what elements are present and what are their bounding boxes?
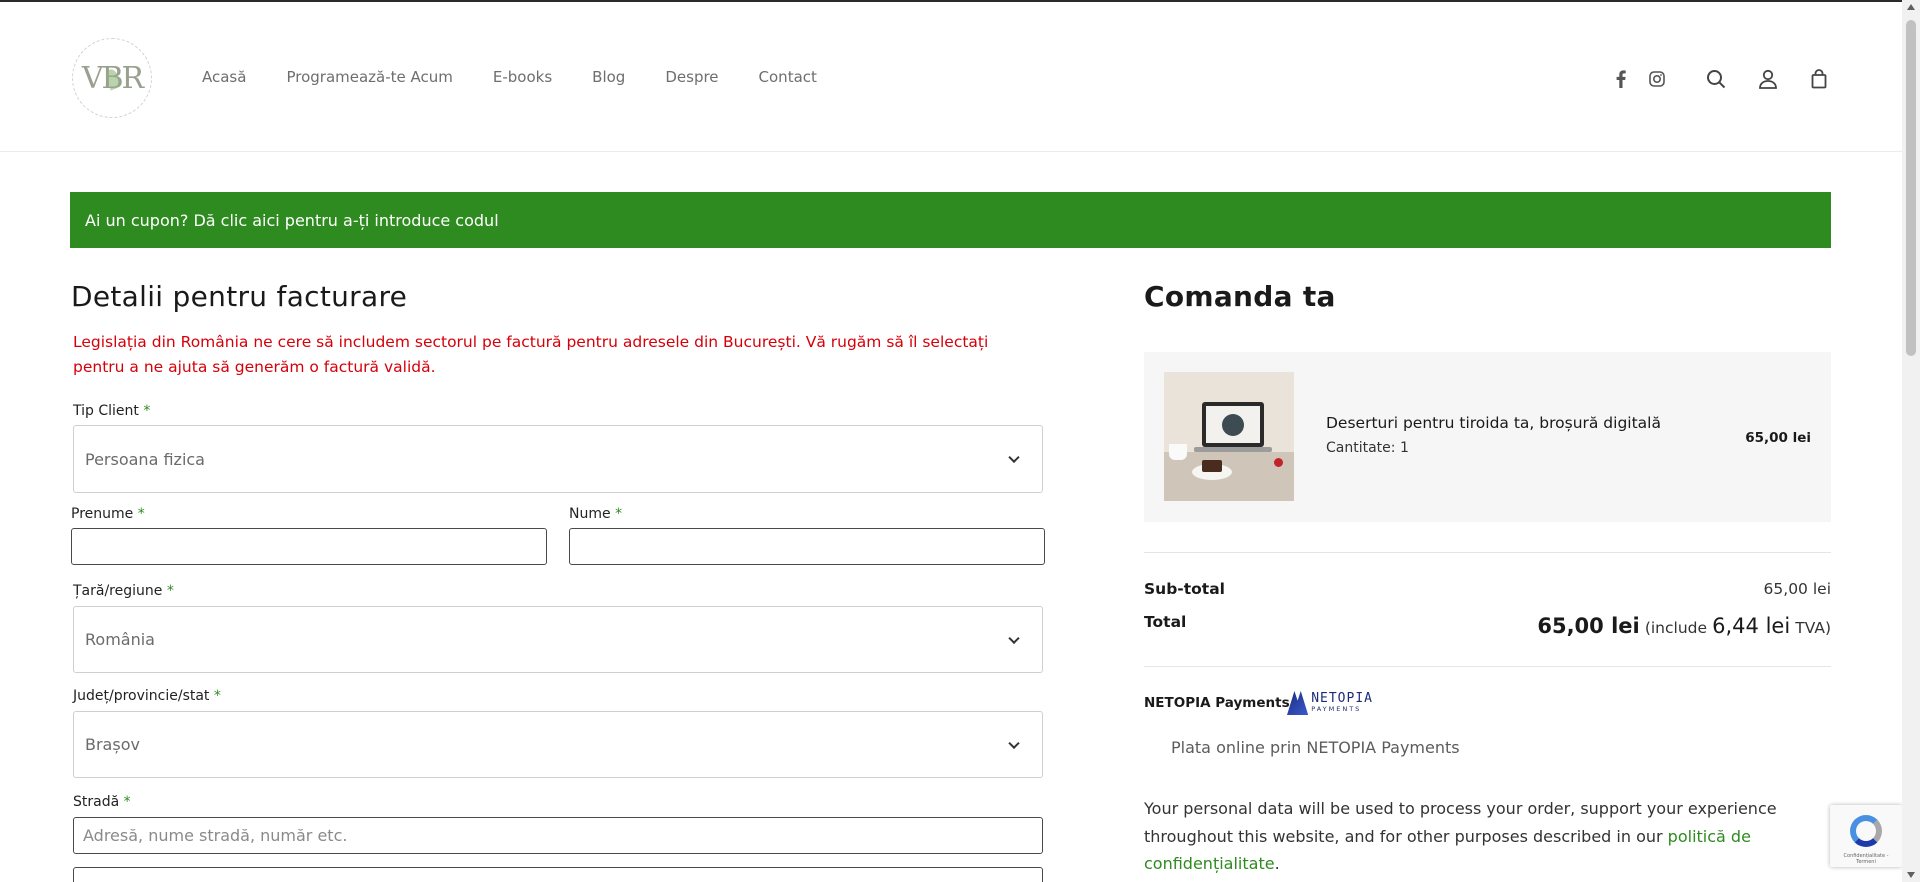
street-label: Stradă *: [73, 794, 131, 810]
privacy-notice: Your personal data will be used to proce…: [1144, 799, 1777, 873]
divider: [1144, 552, 1831, 553]
total-value-row: 65,00 lei (include 6,44 lei TVA): [1537, 614, 1831, 638]
subtotal-value: 65,00 lei: [1763, 580, 1831, 598]
instagram-icon[interactable]: [1644, 66, 1670, 92]
coupon-notice[interactable]: Ai un cupon? Dă clic aici pentru a-ți in…: [70, 192, 1831, 248]
chevron-down-icon: [1008, 737, 1020, 749]
chevron-down-icon: [1008, 451, 1020, 464]
street-field[interactable]: [73, 817, 1043, 854]
scroll-up-arrow-icon[interactable]: [1907, 4, 1915, 10]
order-item: Deserturi pentru tiroida ta, broșură dig…: [1144, 352, 1831, 522]
last-name-field[interactable]: [569, 528, 1045, 565]
recaptcha-icon: [1850, 815, 1882, 847]
cart-icon[interactable]: [1806, 66, 1832, 92]
payment-method-label[interactable]: NETOPIA Payments: [1144, 695, 1290, 711]
first-name-label: Prenume *: [71, 506, 145, 522]
product-thumbnail[interactable]: [1164, 372, 1294, 501]
billing-title: Detalii pentru facturare: [71, 280, 408, 313]
search-icon[interactable]: [1703, 66, 1729, 92]
netopia-mark-icon: [1287, 691, 1309, 715]
country-select[interactable]: România: [73, 606, 1043, 673]
county-label: Județ/provincie/stat *: [73, 688, 221, 704]
netopia-logo: NETOPIA PAYMENTS: [1287, 690, 1373, 716]
scroll-thumb[interactable]: [1906, 20, 1916, 356]
scroll-down-arrow-icon[interactable]: [1907, 872, 1915, 878]
divider: [1144, 666, 1831, 667]
header-icons: [0, 66, 1902, 96]
account-icon[interactable]: [1755, 66, 1781, 92]
street-line-2-field[interactable]: [73, 867, 1043, 882]
sector-notice: Legislația din România ne cere să includ…: [73, 333, 989, 376]
product-quantity: Cantitate: 1: [1326, 440, 1409, 456]
order-title: Comanda ta: [1144, 280, 1336, 313]
subtotal-label: Sub-total: [1144, 580, 1225, 598]
total-value: 65,00 lei: [1537, 614, 1640, 638]
client-type-select[interactable]: Persoana fizica: [73, 425, 1043, 493]
product-price: 65,00 lei: [1745, 430, 1811, 446]
country-label: Țară/regiune *: [73, 583, 174, 599]
client-type-label: Tip Client *: [73, 403, 151, 419]
coupon-text[interactable]: Ai un cupon? Dă clic aici pentru a-ți in…: [85, 211, 499, 230]
product-name[interactable]: Deserturi pentru tiroida ta, broșură dig…: [1326, 414, 1661, 432]
last-name-label: Nume *: [569, 506, 623, 522]
site-header: VBR Acasă Programează-te Acum E-books Bl…: [0, 2, 1902, 152]
county-select[interactable]: Brașov: [73, 711, 1043, 778]
total-label: Total: [1144, 613, 1187, 631]
first-name-field[interactable]: [71, 528, 547, 565]
payment-description: Plata online prin NETOPIA Payments: [1171, 738, 1460, 757]
chevron-down-icon: [1008, 632, 1020, 644]
facebook-icon[interactable]: [1608, 66, 1634, 92]
page-scrollbar[interactable]: [1902, 0, 1920, 882]
vat-amount: 6,44 lei: [1712, 614, 1791, 638]
recaptcha-badge[interactable]: Confidențialitate - Termeni: [1830, 805, 1902, 867]
